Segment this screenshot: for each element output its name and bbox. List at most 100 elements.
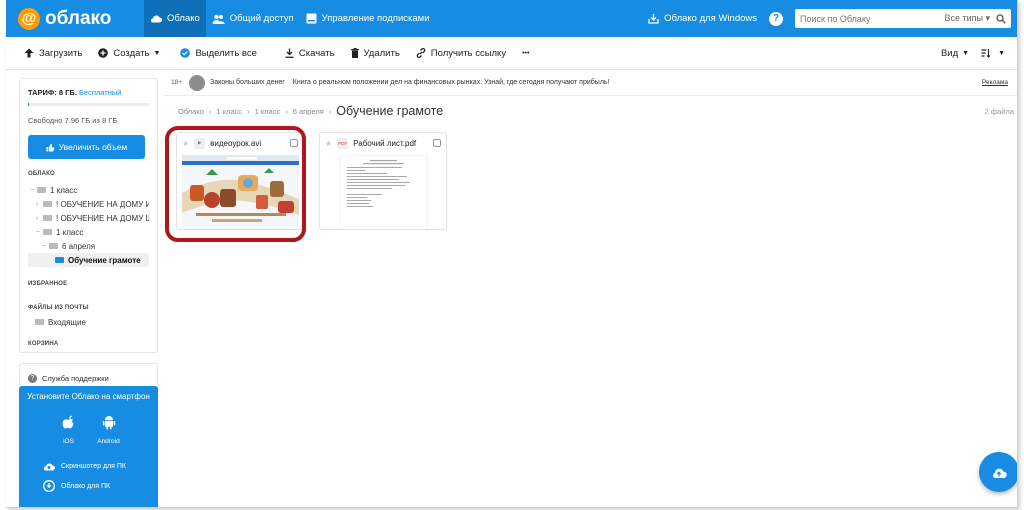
tree-item-current[interactable]: Обучение грамоте <box>28 253 149 267</box>
tree-item[interactable]: − 1 класс <box>28 183 149 197</box>
collapse-icon[interactable]: − <box>42 243 49 250</box>
expand-icon[interactable]: › <box>36 201 43 208</box>
upload-label: Загрузить <box>39 47 83 59</box>
top-right: Облако для Windows ? Все типы ▾ <box>648 0 1017 37</box>
chevron-down-icon: ▼ <box>962 49 970 57</box>
folder-icon <box>35 319 44 325</box>
file-checkbox[interactable] <box>433 139 441 147</box>
top-nav: Облако Общий доступ Управление подпискам… <box>144 0 436 37</box>
nav-shared-label: Общий доступ <box>229 13 294 24</box>
search-types-dropdown[interactable]: Все типы ▾ <box>944 13 990 24</box>
create-label: Создать <box>113 47 150 59</box>
upgrade-storage-button[interactable]: Увеличить объем <box>28 135 145 159</box>
view-dropdown[interactable]: Вид ▼ <box>941 48 969 59</box>
promo-title: Установите Облако на смартфон <box>27 392 150 401</box>
cloud-pc-link[interactable]: Облако для ПК <box>43 480 158 492</box>
star-icon[interactable]: ★ <box>325 139 332 148</box>
plus-circle-icon <box>98 48 109 58</box>
question-icon: ? <box>28 373 37 383</box>
section-favorites[interactable]: ИЗБРАННОЕ <box>28 281 149 287</box>
inbox-folder[interactable]: Входящие <box>28 315 149 329</box>
link-icon <box>416 48 426 58</box>
nav-shared[interactable]: Общий доступ <box>206 0 300 37</box>
file-tile-header: ★ PDF Рабочий лист.pdf <box>320 133 446 153</box>
support-label: Служба поддержки <box>42 373 109 383</box>
upload-button[interactable]: Загрузить <box>24 48 82 59</box>
screenshoter-link[interactable]: Скриншотер для ПК <box>43 461 158 471</box>
upload-icon <box>24 48 34 58</box>
search-input[interactable] <box>800 13 945 24</box>
delete-label: Удалить <box>363 47 400 59</box>
ad-text: Книга о реальном положении дел на финанс… <box>292 79 610 86</box>
delete-button[interactable]: Удалить <box>350 47 400 59</box>
pdf-file-icon: PDF <box>337 137 349 149</box>
search-box: Все типы ▾ <box>795 9 1011 28</box>
more-button[interactable]: ••• <box>522 50 529 57</box>
download-button[interactable]: Скачать <box>285 48 335 59</box>
section-cloud[interactable]: ОБЛАКО <box>28 171 149 177</box>
folder-icon <box>37 187 46 193</box>
breadcrumb-item[interactable]: Облако <box>178 107 204 116</box>
users-icon <box>212 14 225 24</box>
nav-cloud-label: Облако <box>167 13 200 24</box>
tree-item[interactable]: − 1 класс <box>28 225 149 239</box>
select-all-button[interactable]: Выделить все <box>180 47 257 59</box>
section-trash[interactable]: КОРЗИНА <box>28 341 149 347</box>
tree-item[interactable]: › ! ОБУЧЕНИЕ НА ДОМУ Ш... <box>28 211 149 225</box>
top-bar: @ облако Облако Общий доступ Управление … <box>6 0 1017 37</box>
storage-progress <box>28 103 149 106</box>
collapse-icon[interactable]: − <box>36 229 43 236</box>
sort-dropdown[interactable]: ▼ <box>981 48 1005 58</box>
tree-item[interactable]: › ! ОБУЧЕНИЕ НА ДОМУ И... <box>28 197 149 211</box>
ad-banner[interactable]: 18+ Законы больших денег Книга о реально… <box>164 70 1017 96</box>
tree-item[interactable]: − 6 апреля <box>28 239 149 253</box>
card-icon <box>306 13 317 24</box>
search-icon[interactable] <box>996 13 1006 24</box>
chevron-down-icon: ▼ <box>998 49 1005 57</box>
section-mail-files[interactable]: ФАЙЛЫ ИЗ ПОЧТЫ <box>28 305 149 311</box>
tree-item-label: ! ОБУЧЕНИЕ НА ДОМУ Ш... <box>56 213 149 223</box>
android-label: Android <box>97 438 120 445</box>
create-button[interactable]: Создать ▼ <box>98 48 160 59</box>
ad-label-link[interactable]: Реклама <box>982 79 1008 86</box>
video-file-icon: ▶ <box>194 137 206 149</box>
cloud-pc-icon <box>43 480 55 492</box>
logo[interactable]: @ облако <box>18 7 144 30</box>
inbox-label: Входящие <box>48 317 86 327</box>
breadcrumb-item[interactable]: 1 класс <box>216 107 242 116</box>
apple-icon <box>62 415 73 429</box>
collapse-icon[interactable]: − <box>30 187 37 194</box>
ad-avatar <box>189 74 206 91</box>
breadcrumb-item[interactable]: 1 класс <box>255 107 281 116</box>
logo-text: облако <box>45 7 112 29</box>
app-window: @ облако Облако Общий доступ Управление … <box>6 0 1018 508</box>
android-icon <box>102 416 115 430</box>
age-rating: 18+ <box>171 79 183 86</box>
folder-tree: −1 класс ›! ОБУЧЕНИЕ НА ДОМУ И... › ! ОБУ… <box>28 183 149 267</box>
download-tray-icon <box>648 14 659 24</box>
sidebar: ТАРИФ: 8 ГБ. Бесплатный Свободно 7.96 ГБ… <box>19 78 158 507</box>
expand-icon[interactable]: › <box>36 215 43 222</box>
nav-subscriptions[interactable]: Управление подписками <box>300 0 436 37</box>
help-icon[interactable]: ? <box>769 11 783 26</box>
breadcrumb-item[interactable]: 6 апреля <box>293 107 324 116</box>
get-link-button[interactable]: Получить ссылку <box>416 48 506 59</box>
ios-app-link[interactable]: iOS <box>49 415 89 445</box>
upload-fab-button[interactable] <box>979 452 1017 492</box>
file-tile-pdf[interactable]: ★ PDF Рабочий лист.pdf <box>319 132 447 230</box>
breadcrumb: Облако › 1 класс › 1 класс › 6 апреля › Обуч… <box>164 96 1017 126</box>
android-app-link[interactable]: Android <box>89 415 129 445</box>
star-icon[interactable]: ★ <box>182 139 189 148</box>
folder-icon <box>43 201 52 207</box>
thumbs-up-icon <box>46 143 55 151</box>
file-count: 2 файла <box>984 106 1014 116</box>
page-title: Обучение грамоте <box>336 104 444 118</box>
tree-item-label: Обучение грамоте <box>68 255 141 265</box>
select-all-label: Выделить все <box>195 47 257 59</box>
windows-app-link[interactable]: Облако для Windows <box>648 13 757 24</box>
tariff-plan-link[interactable]: Бесплатный <box>79 88 121 97</box>
file-checkbox[interactable] <box>290 139 298 147</box>
nav-cloud[interactable]: Облако <box>144 0 206 37</box>
file-tile-video[interactable]: ★ ▶ видеоурок.avi <box>176 132 304 230</box>
upgrade-storage-label: Увеличить объем <box>58 142 128 152</box>
